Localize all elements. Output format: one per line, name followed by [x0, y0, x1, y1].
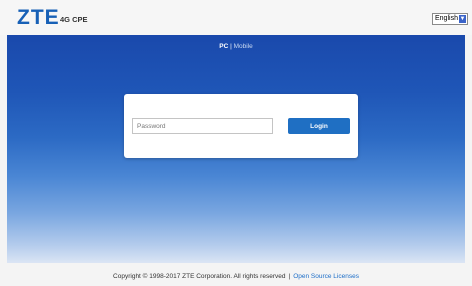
language-select[interactable]: English ▼ — [432, 13, 468, 25]
mobile-view-link[interactable]: Mobile — [234, 43, 253, 50]
chevron-down-icon: ▼ — [459, 15, 466, 23]
footer-separator: | — [288, 273, 291, 280]
pc-view-link[interactable]: PC — [219, 43, 228, 50]
product-name: 4G CPE — [60, 15, 88, 24]
open-source-licenses-link[interactable]: Open Source Licenses — [293, 273, 359, 280]
copyright-line: Copyright © 1998-2017 ZTE Corporation. A… — [0, 273, 472, 280]
language-selected-value: English — [435, 15, 458, 22]
zte-logo: ZTE — [17, 6, 60, 29]
view-switch: PC | Mobile — [0, 43, 472, 50]
password-input[interactable] — [132, 118, 273, 134]
copyright-text: Copyright © 1998-2017 ZTE Corporation. A… — [113, 273, 286, 280]
top-header: ZTE 4G CPE English ▼ — [0, 0, 472, 35]
login-button[interactable]: Login — [288, 118, 350, 134]
